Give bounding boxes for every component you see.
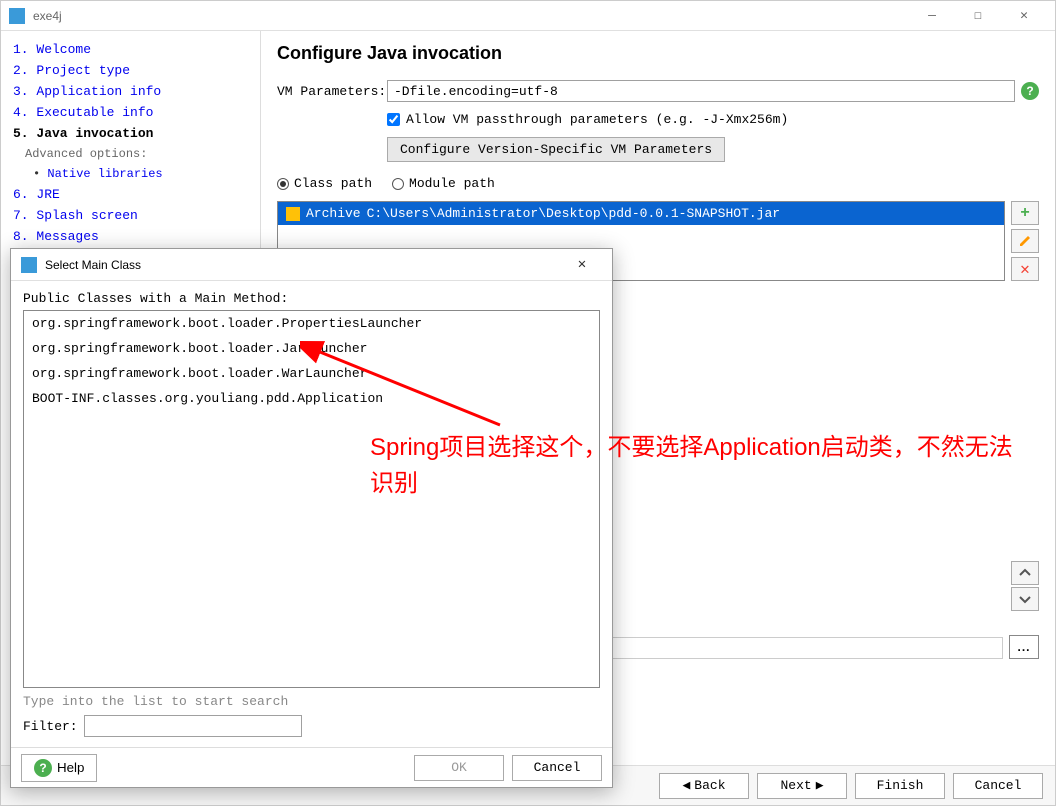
app-icon [9,8,25,24]
dialog-heading: Public Classes with a Main Method: [23,291,600,306]
chevron-up-icon [1019,568,1031,578]
browse-row: ... [1009,635,1039,659]
title-bar: exe4j — ☐ ✕ [1,1,1055,31]
vm-params-label: VM Parameters: [277,84,387,99]
sidebar-item-java-invocation[interactable]: 5. Java invocation [1,123,260,144]
dialog-cancel-button[interactable]: Cancel [512,755,602,781]
path-type-row: Class path Module path [277,176,1039,191]
dialog-help-button[interactable]: ? Help [21,754,97,782]
sidebar-item-messages[interactable]: 8. Messages [1,226,260,247]
dialog-title: Select Main Class [45,258,562,272]
minimize-button[interactable]: — [909,1,955,31]
help-icon[interactable]: ? [1021,82,1039,100]
page-heading: Configure Java invocation [277,43,1039,64]
vm-params-row: VM Parameters: ? [277,80,1039,102]
class-item[interactable]: org.springframework.boot.loader.WarLaunc… [24,361,599,386]
help-icon: ? [34,759,52,777]
sidebar-item-executable-info[interactable]: 4. Executable info [1,102,260,123]
sidebar-item-application-info[interactable]: 3. Application info [1,81,260,102]
sidebar-item-native-libraries[interactable]: Native libraries [1,164,260,184]
classpath-radio-item[interactable]: Class path [277,176,372,191]
modulepath-radio[interactable] [392,178,404,190]
maximize-button[interactable]: ☐ [955,1,1001,31]
sidebar-item-splash-screen[interactable]: 7. Splash screen [1,205,260,226]
window-title: exe4j [33,9,909,23]
next-button[interactable]: Next ▶ [757,773,847,799]
class-item[interactable]: org.springframework.boot.loader.JarLaunc… [24,336,599,361]
pencil-icon [1018,234,1032,248]
passthrough-checkbox[interactable] [387,113,400,126]
back-button[interactable]: ◀ Back [659,773,749,799]
reorder-buttons [1011,561,1039,611]
search-hint: Type into the list to start search [23,694,600,709]
passthrough-label: Allow VM passthrough parameters (e.g. -J… [406,112,788,127]
chevron-down-icon [1019,594,1031,604]
sidebar-item-jre[interactable]: 6. JRE [1,184,260,205]
classpath-radio[interactable] [277,178,289,190]
dialog-close-button[interactable]: ✕ [562,256,602,273]
browse-button[interactable]: ... [1009,635,1039,659]
close-button[interactable]: ✕ [1001,1,1047,31]
sidebar-item-welcome[interactable]: 1. Welcome [1,39,260,60]
select-main-class-dialog: Select Main Class ✕ Public Classes with … [10,248,613,788]
archive-action-buttons: + ✕ [1011,201,1039,281]
dialog-app-icon [21,257,37,273]
class-item[interactable]: org.springframework.boot.loader.Properti… [24,311,599,336]
archive-label: Archive [306,206,361,221]
back-arrow-icon: ◀ [682,778,690,793]
classpath-label: Class path [294,176,372,191]
add-button[interactable]: + [1011,201,1039,225]
class-item[interactable]: BOOT-INF.classes.org.youliang.pdd.Applic… [24,386,599,411]
move-down-button[interactable] [1011,587,1039,611]
sidebar-sub-advanced: Advanced options: [1,144,260,164]
class-list[interactable]: org.springframework.boot.loader.Properti… [23,310,600,688]
modulepath-radio-item[interactable]: Module path [392,176,495,191]
dialog-title-bar: Select Main Class ✕ [11,249,612,281]
next-arrow-icon: ▶ [816,778,824,793]
filter-row: Filter: 🔍 [23,715,600,737]
archive-item[interactable]: Archive C:\Users\Administrator\Desktop\p… [278,202,1004,225]
sidebar-item-project-type[interactable]: 2. Project type [1,60,260,81]
archive-icon [286,207,300,221]
dialog-bottom-bar: ? Help OK Cancel [11,747,612,787]
modulepath-label: Module path [409,176,495,191]
dialog-ok-button[interactable]: OK [414,755,504,781]
window-controls: — ☐ ✕ [909,1,1047,31]
filter-input[interactable] [84,715,302,737]
passthrough-row: Allow VM passthrough parameters (e.g. -J… [387,112,1039,127]
edit-button[interactable] [1011,229,1039,253]
filter-label: Filter: [23,719,78,734]
config-version-button[interactable]: Configure Version-Specific VM Parameters [387,137,725,162]
move-up-button[interactable] [1011,561,1039,585]
archive-path: C:\Users\Administrator\Desktop\pdd-0.0.1… [367,206,780,221]
vm-params-input[interactable] [387,80,1015,102]
dialog-body: Public Classes with a Main Method: org.s… [11,281,612,747]
finish-button[interactable]: Finish [855,773,945,799]
delete-button[interactable]: ✕ [1011,257,1039,281]
cancel-button[interactable]: Cancel [953,773,1043,799]
